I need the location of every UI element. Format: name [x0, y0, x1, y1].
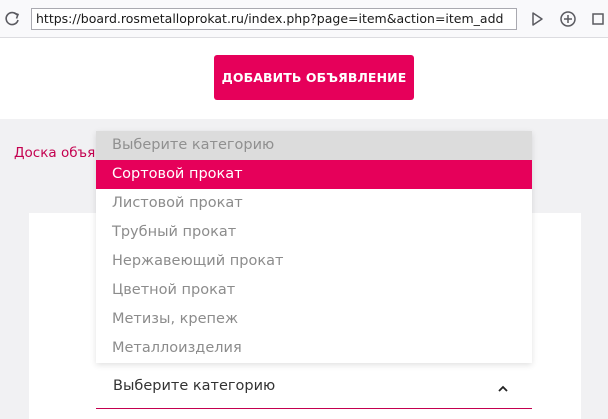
go-icon[interactable]	[528, 10, 546, 28]
option-metalloizdeliya[interactable]: Металлоизделия	[96, 334, 532, 363]
browser-toolbar: https://board.rosmetalloprokat.ru/index.…	[0, 0, 608, 38]
option-sortovoy-prokat[interactable]: Сортовой прокат	[96, 160, 532, 189]
address-bar[interactable]: https://board.rosmetalloprokat.ru/index.…	[31, 8, 517, 30]
reload-icon[interactable]	[2, 9, 22, 29]
option-metizy-krepezh[interactable]: Метизы, крепеж	[96, 305, 532, 334]
category-select-value: Выберите категорию	[113, 378, 276, 394]
add-icon[interactable]	[559, 10, 577, 28]
extensions-icon[interactable]	[591, 10, 608, 28]
option-listovoy-prokat[interactable]: Листовой прокат	[96, 189, 532, 218]
category-dropdown: Выберите категорию Сортовой прокат Листо…	[96, 131, 532, 363]
add-ad-button[interactable]: ДОБАВИТЬ ОБЪЯВЛЕНИЕ	[214, 55, 414, 100]
chevron-up-icon[interactable]	[496, 382, 510, 396]
option-placeholder[interactable]: Выберите категорию	[96, 131, 532, 160]
option-nerzhaveyushchiy-prokat[interactable]: Нержавеющий прокат	[96, 247, 532, 276]
category-select[interactable]: Выберите категорию	[96, 369, 532, 409]
option-tsvetnoy-prokat[interactable]: Цветной прокат	[96, 276, 532, 305]
breadcrumb-link[interactable]: Доска объяв	[14, 145, 103, 161]
option-trubny-prokat[interactable]: Трубный прокат	[96, 218, 532, 247]
